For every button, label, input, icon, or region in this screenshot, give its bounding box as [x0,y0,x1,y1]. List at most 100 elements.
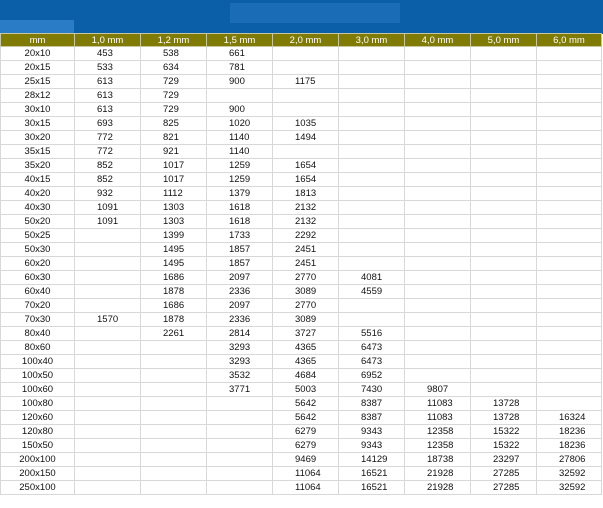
value-cell: 8387 [338,410,405,425]
value-cell [74,256,141,271]
table-row: 40x30 1091 1303 1618 2132 [0,200,602,215]
value-cell: 2451 [272,256,339,271]
size-cell: 60x20 [0,256,75,271]
table-row: 30x20 772 821 1140 1494 [0,130,602,145]
value-cell [536,228,602,243]
column-header: 2,0 mm [272,33,339,47]
value-cell: 533 [74,60,141,75]
value-cell: 23297 [470,452,537,467]
value-cell: 2814 [206,326,273,341]
value-cell: 852 [74,158,141,173]
table-row: 20x15 533 634 781 [0,60,602,75]
size-cell: 40x15 [0,172,75,187]
value-cell [404,172,471,187]
size-cell: 20x15 [0,60,75,75]
value-cell [536,368,602,383]
value-cell: 9343 [338,424,405,439]
value-cell [470,88,537,103]
value-cell [470,256,537,271]
value-cell [470,158,537,173]
value-cell: 3727 [272,326,339,341]
value-cell: 1733 [206,228,273,243]
value-cell [206,424,273,439]
value-cell: 5642 [272,410,339,425]
value-cell: 772 [74,144,141,159]
value-cell: 1495 [140,242,207,257]
value-cell: 772 [74,130,141,145]
value-cell [74,480,141,495]
value-cell: 27285 [470,466,537,481]
value-cell [404,116,471,131]
value-cell: 16521 [338,466,405,481]
value-cell [74,354,141,369]
value-cell [74,382,141,397]
value-cell: 1495 [140,256,207,271]
value-cell [206,410,273,425]
value-cell [404,368,471,383]
value-cell: 18738 [404,452,471,467]
value-cell [470,382,537,397]
column-header: 1,0 mm [74,33,141,47]
value-cell [74,298,141,313]
value-cell: 2132 [272,200,339,215]
value-cell: 1379 [206,186,273,201]
value-cell [140,354,207,369]
value-cell: 1035 [272,116,339,131]
value-cell: 1654 [272,158,339,173]
value-cell [470,368,537,383]
value-cell: 6279 [272,424,339,439]
value-cell: 729 [140,88,207,103]
value-cell: 11083 [404,410,471,425]
value-cell [470,74,537,89]
size-cell: 25x15 [0,74,75,89]
value-cell [536,312,602,327]
value-cell: 3293 [206,340,273,355]
column-header: 1,2 mm [140,33,207,47]
table-row: 35x15 772 921 1140 [0,144,602,159]
value-cell [404,298,471,313]
value-cell: 1570 [74,312,141,327]
value-cell [74,396,141,411]
value-cell: 15322 [470,424,537,439]
size-cell: 100x40 [0,354,75,369]
value-cell: 1140 [206,144,273,159]
value-cell [140,466,207,481]
value-cell [404,60,471,75]
column-header: 5,0 mm [470,33,537,47]
banner-notch [0,20,74,33]
value-cell: 4365 [272,354,339,369]
table-row: 70x20 1686 2097 2770 [0,298,602,313]
value-cell [470,144,537,159]
size-cell: 100x60 [0,382,75,397]
size-cell: 40x30 [0,200,75,215]
value-cell [404,354,471,369]
table-row: 25x15 613 729 900 1175 [0,74,602,89]
value-cell [338,74,405,89]
value-cell [338,130,405,145]
size-cell: 100x50 [0,368,75,383]
size-cell: 30x20 [0,130,75,145]
column-header: 4,0 mm [404,33,471,47]
value-cell: 1494 [272,130,339,145]
value-cell [206,466,273,481]
value-cell: 825 [140,116,207,131]
table-row: 40x20 932 1112 1379 1813 [0,186,602,201]
size-cell: 50x20 [0,214,75,229]
size-cell: 50x30 [0,242,75,257]
value-cell: 1878 [140,284,207,299]
value-cell [536,60,602,75]
value-cell [272,144,339,159]
value-cell [470,298,537,313]
value-cell: 1017 [140,158,207,173]
value-cell: 1091 [74,200,141,215]
value-cell [140,382,207,397]
size-cell: 70x20 [0,298,75,313]
banner-highlight [230,3,400,23]
size-cell: 60x30 [0,270,75,285]
value-cell [206,480,273,495]
size-cell: 150x50 [0,438,75,453]
value-cell: 729 [140,74,207,89]
value-cell [470,172,537,187]
value-cell: 3532 [206,368,273,383]
value-cell [338,60,405,75]
